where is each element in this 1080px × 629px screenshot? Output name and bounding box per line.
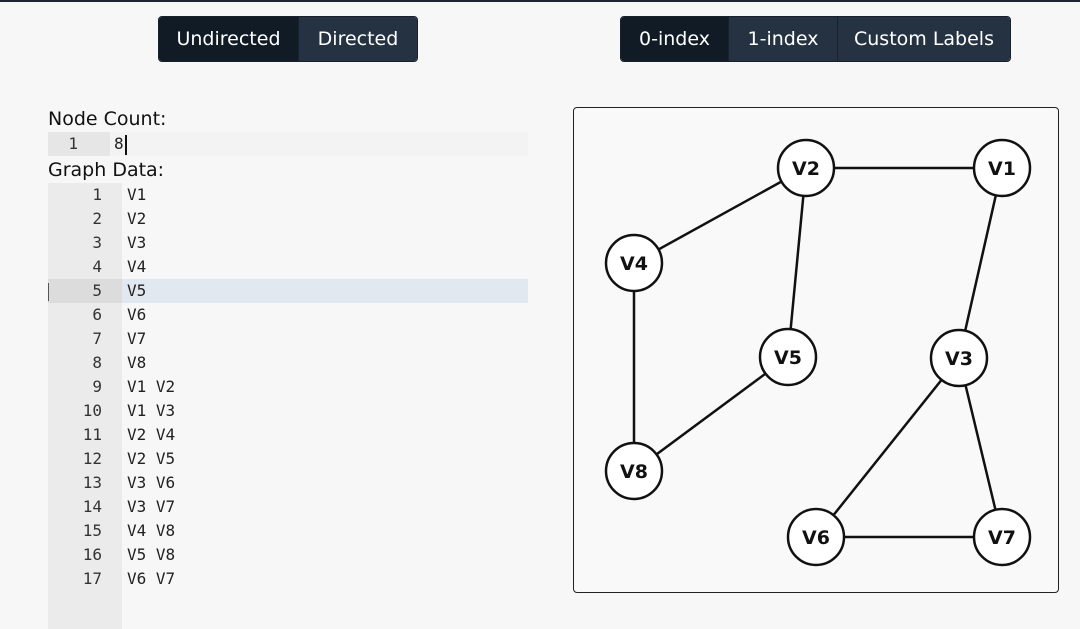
line-text: V1 V3 [127,401,176,420]
line-number: 4 [92,257,102,276]
line-text: V8 [127,353,147,372]
line-number: 3 [92,233,102,252]
node-v7[interactable]: V7 [972,507,1032,567]
code-line[interactable]: 9 V1 V2 [48,375,528,399]
text-cursor [124,134,127,155]
line-text: V6 V7 [127,569,176,588]
line-number: 11 [82,425,102,444]
zero-index-button[interactable]: 0-index [621,17,729,61]
code-line[interactable]: 13 V3 V6 [48,471,528,495]
line-number: 8 [92,353,102,372]
node-label: V1 [988,158,1016,180]
graph-data-label: Graph Data: [48,159,165,181]
code-line[interactable]: 1 V1 [48,183,528,207]
line-number: 1 [92,185,102,204]
code-line[interactable]: 8 V8 [48,351,528,375]
graph-canvas[interactable]: V1 V2 V3 V4 V5 V6 V7 V8 [573,107,1059,593]
node-label: V8 [620,461,648,483]
line-text: V4 V8 [127,521,176,540]
code-line[interactable]: 10 V1 V3 [48,399,528,423]
line-gutter: 1 [48,132,110,156]
node-label: V5 [774,347,802,369]
code-line[interactable]: 11 V2 V4 [48,423,528,447]
line-number: 13 [82,473,102,492]
text-cursor [48,282,49,301]
line-number: 1 [68,134,78,153]
node-label: V3 [945,348,973,370]
line-text: V2 V4 [127,425,176,444]
line-number: 10 [82,401,102,420]
line-text: V6 [127,305,147,324]
code-line[interactable]: 6 V6 [48,303,528,327]
custom-labels-button[interactable]: Custom Labels [838,17,1010,61]
node-label: V7 [988,527,1016,549]
node-v8[interactable]: V8 [604,441,664,501]
node-v4[interactable]: V4 [604,233,664,293]
code-line[interactable]: 5 V5 [48,279,528,303]
code-line[interactable]: 3 V3 [48,231,528,255]
code-line[interactable]: 2 V2 [48,207,528,231]
node-count-value: 8 [114,132,127,156]
code-line[interactable]: 17 V6 V7 [48,567,528,591]
node-label: V4 [620,253,648,275]
line-number: 5 [92,281,102,300]
line-number: 9 [92,377,102,396]
line-text: V3 [127,233,147,252]
line-text: V7 [127,329,147,348]
line-text: V3 V7 [127,497,176,516]
top-border [0,0,1080,2]
line-text: V1 [127,185,147,204]
line-number: 17 [82,569,102,588]
code-line[interactable]: 15 V4 V8 [48,519,528,543]
undirected-button[interactable]: Undirected [159,17,299,61]
line-text: V2 V5 [127,449,176,468]
line-number: 15 [82,521,102,540]
line-number: 2 [92,209,102,228]
line-text: V4 [127,257,147,276]
line-text: V3 V6 [127,473,176,492]
line-number: 7 [92,329,102,348]
node-v6[interactable]: V6 [786,507,846,567]
line-number: 14 [82,497,102,516]
edge-v3-v6 [815,357,960,538]
line-number: 16 [82,545,102,564]
line-text: V2 [127,209,147,228]
line-text: V5 [127,281,147,300]
code-line[interactable]: 12 V2 V5 [48,447,528,471]
graph-data-editor[interactable]: 1 V1 2 V2 3 V3 4 V4 5 V5 6 V6 7 V7 8 V8 9 V1 V2 10 V1 V3 11 V… [48,183,528,629]
node-v5[interactable]: V5 [758,327,818,387]
code-line[interactable]: 14 V3 V7 [48,495,528,519]
node-count-label: Node Count: [48,108,167,130]
graph-svg: V1 V2 V3 V4 V5 V6 V7 V8 [604,138,1032,567]
line-number: 6 [92,305,102,324]
line-number: 12 [82,449,102,468]
one-index-button[interactable]: 1-index [729,17,838,61]
code-line[interactable]: 4 V4 [48,255,528,279]
directed-button[interactable]: Directed [299,17,417,61]
node-label: V2 [792,158,820,180]
node-v1[interactable]: V1 [972,138,1032,198]
node-v2[interactable]: V2 [776,138,836,198]
index-toggle: 0-index 1-index Custom Labels [620,16,1011,62]
direction-toggle: Undirected Directed [158,16,418,62]
code-line[interactable]: 16 V5 V8 [48,543,528,567]
node-label: V6 [802,527,830,549]
line-text: V5 V8 [127,545,176,564]
node-count-editor[interactable]: 1 8 [48,132,528,156]
code-line[interactable]: 7 V7 [48,327,528,351]
line-text: V1 V2 [127,377,176,396]
edge-v2-v4 [633,166,807,265]
node-v3[interactable]: V3 [929,328,989,388]
